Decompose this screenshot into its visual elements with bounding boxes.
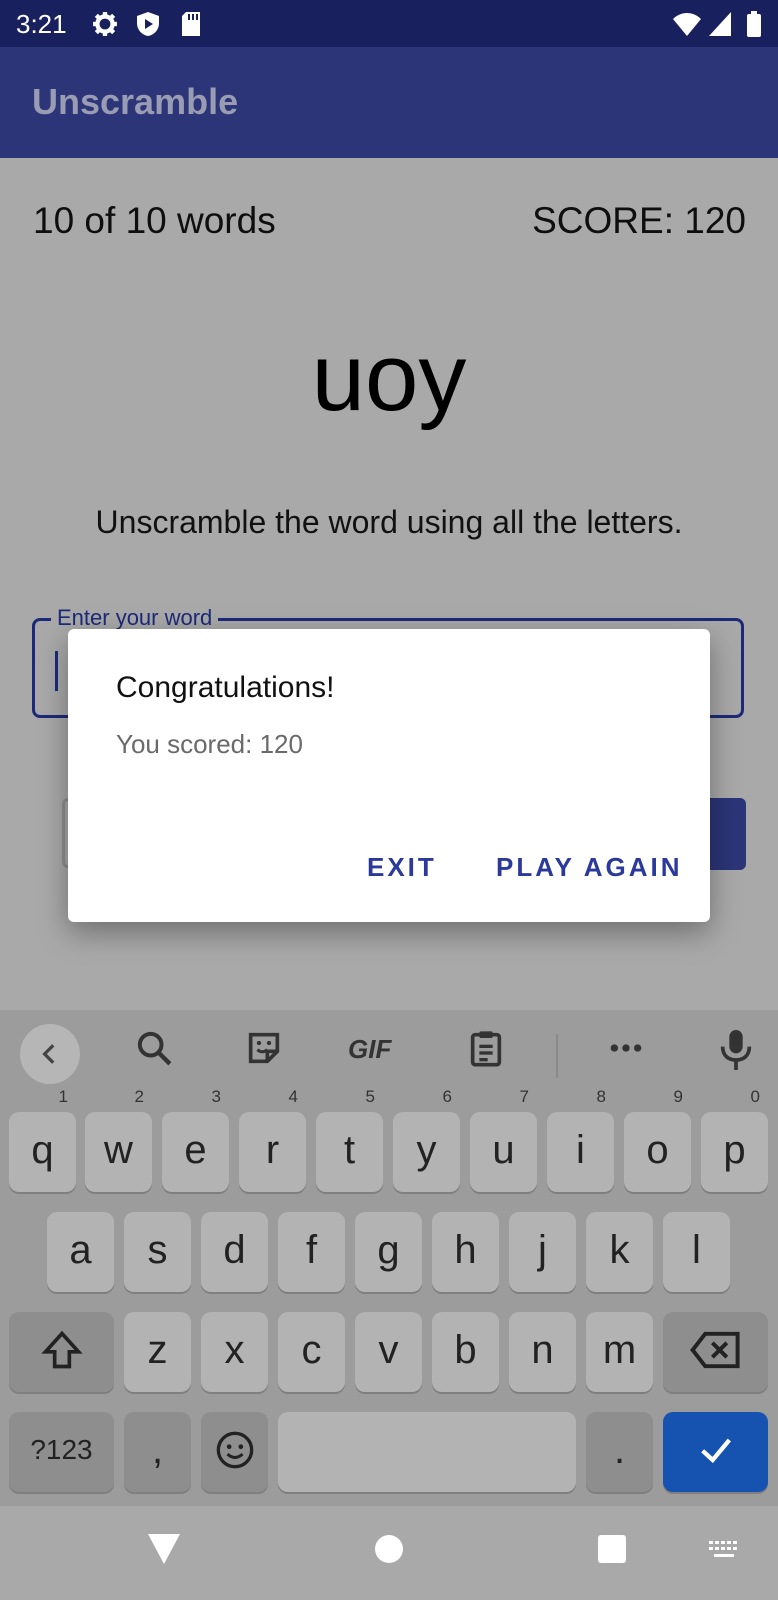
emoji-icon (216, 1431, 253, 1469)
navigation-bar (0, 1506, 778, 1600)
comma-key[interactable]: , (124, 1412, 191, 1492)
key-m[interactable]: m (586, 1312, 653, 1392)
key-t[interactable]: t5 (316, 1087, 383, 1192)
key-d[interactable]: d (201, 1212, 268, 1292)
signal-icon (709, 12, 731, 36)
sd-card-icon (182, 12, 200, 36)
key-u[interactable]: u7 (470, 1087, 537, 1192)
more-icon[interactable] (606, 1028, 646, 1068)
play-again-button[interactable]: PLAY AGAIN (496, 852, 683, 883)
exit-button[interactable]: EXIT (367, 852, 437, 883)
app-bar: Unscramble (0, 47, 778, 158)
back-triangle-icon[interactable] (146, 1532, 182, 1566)
key-r[interactable]: r4 (239, 1087, 306, 1192)
dialog-message: You scored: 120 (116, 729, 303, 759)
key-k[interactable]: k (586, 1212, 653, 1292)
shift-icon (40, 1330, 83, 1369)
key-l[interactable]: l (663, 1212, 730, 1292)
key-f[interactable]: f (278, 1212, 345, 1292)
key-h[interactable]: h (432, 1212, 499, 1292)
key-z[interactable]: z (124, 1312, 191, 1392)
scrambled-word: uoy (311, 324, 467, 431)
checkmark-icon (700, 1438, 731, 1464)
space-bar[interactable] (278, 1412, 576, 1492)
backspace-key[interactable] (663, 1312, 768, 1392)
text-cursor (55, 651, 58, 691)
key-j[interactable]: j (509, 1212, 576, 1292)
key-s[interactable]: s (124, 1212, 191, 1292)
word-count: 10 of 10 words (33, 200, 276, 241)
shift-key[interactable] (9, 1312, 114, 1392)
clipboard-icon[interactable] (466, 1028, 506, 1068)
sticker-icon[interactable] (244, 1028, 284, 1068)
recents-icon[interactable] (597, 1534, 627, 1564)
key-i[interactable]: i8 (547, 1087, 614, 1192)
symbols-key[interactable]: ?123 (9, 1412, 114, 1492)
key-e[interactable]: e3 (162, 1087, 229, 1192)
instructions-text: Unscramble the word using all the letter… (95, 504, 683, 540)
key-v[interactable]: v (355, 1312, 422, 1392)
app-title: Unscramble (32, 81, 239, 122)
key-c[interactable]: c (278, 1312, 345, 1392)
word-input-label: Enter your word (51, 605, 219, 631)
emoji-key[interactable] (201, 1412, 268, 1492)
gif-button[interactable]: GIF (348, 1034, 391, 1065)
key-y[interactable]: y6 (393, 1087, 460, 1192)
backspace-icon (689, 1331, 740, 1369)
status-bar: 3:21 (0, 0, 778, 47)
keyboard-hide-icon[interactable] (708, 1540, 742, 1562)
key-a[interactable]: a (47, 1212, 114, 1292)
period-key[interactable]: . (586, 1412, 653, 1492)
shield-play-icon (137, 12, 159, 36)
key-o[interactable]: o9 (624, 1087, 691, 1192)
key-p[interactable]: p0 (701, 1087, 768, 1192)
key-q[interactable]: q1 (9, 1087, 76, 1192)
score-label: SCORE: 120 (532, 200, 746, 241)
toolbar-separator (556, 1034, 558, 1078)
congratulations-dialog: Congratulations! You scored: 120 EXIT PL… (68, 629, 710, 922)
back-icon[interactable] (20, 1024, 80, 1084)
search-icon[interactable] (134, 1028, 174, 1068)
key-n[interactable]: n (509, 1312, 576, 1392)
enter-key[interactable] (663, 1412, 768, 1492)
gear-icon (93, 12, 117, 36)
mic-icon[interactable] (716, 1028, 756, 1072)
keyboard: GIF q1 w2 e3 r4 t5 y6 u7 i8 o9 p0 a s d … (0, 1010, 778, 1506)
home-icon[interactable] (373, 1533, 405, 1565)
dialog-title: Congratulations! (116, 671, 335, 704)
key-x[interactable]: x (201, 1312, 268, 1392)
wifi-icon (673, 13, 701, 36)
status-time: 3:21 (16, 9, 67, 39)
key-b[interactable]: b (432, 1312, 499, 1392)
battery-icon (747, 11, 761, 37)
key-w[interactable]: w2 (85, 1087, 152, 1192)
key-g[interactable]: g (355, 1212, 422, 1292)
